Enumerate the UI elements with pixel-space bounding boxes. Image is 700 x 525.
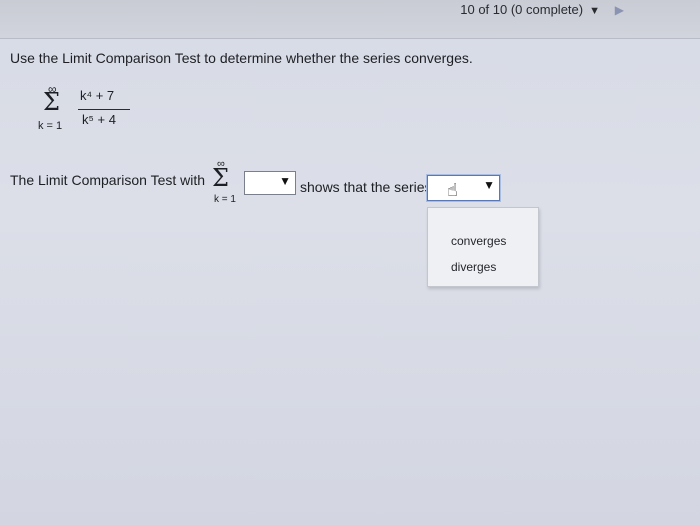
answer-middle-text: shows that the series bbox=[300, 179, 432, 195]
converges-diverges-dropdown[interactable]: ☝ ▼ bbox=[427, 175, 500, 201]
question-progress[interactable]: 10 of 10 (0 complete) ▼ bbox=[460, 2, 600, 17]
hand-pointer-icon: ☝ bbox=[447, 180, 458, 201]
menu-option-diverges[interactable]: diverges bbox=[451, 260, 496, 274]
dropdown-arrow-icon[interactable]: ▼ bbox=[279, 174, 291, 188]
series-lower-limit: k = 1 bbox=[38, 120, 63, 132]
top-bar: 10 of 10 (0 complete) ▼ ▶ bbox=[0, 0, 700, 39]
dropdown-menu: converges diverges bbox=[427, 207, 539, 287]
series-denominator: k⁵ + 4 bbox=[82, 112, 116, 127]
menu-option-converges[interactable]: converges bbox=[451, 234, 506, 248]
progress-text: 10 of 10 (0 complete) bbox=[460, 2, 584, 17]
comparison-sigma-symbol: Σ bbox=[212, 164, 229, 192]
given-series: ∞ Σ k = 1 k⁴ + 7 k⁵ + 4 bbox=[38, 82, 130, 142]
comparison-lower-limit: k = 1 bbox=[214, 194, 236, 205]
next-question-arrow-icon[interactable]: ▶ bbox=[615, 3, 624, 17]
series-numerator: k⁴ + 7 bbox=[80, 88, 115, 103]
answer-lead-text: The Limit Comparison Test with bbox=[10, 172, 206, 188]
comparison-series-dropdown[interactable]: ▼ bbox=[244, 171, 296, 195]
sigma-symbol: Σ bbox=[43, 88, 60, 116]
dropdown-arrow-icon[interactable]: ▼ bbox=[483, 178, 495, 192]
question-prompt: Use the Limit Comparison Test to determi… bbox=[10, 50, 473, 66]
fraction-bar bbox=[78, 109, 130, 110]
progress-caret-icon[interactable]: ▼ bbox=[589, 5, 600, 17]
